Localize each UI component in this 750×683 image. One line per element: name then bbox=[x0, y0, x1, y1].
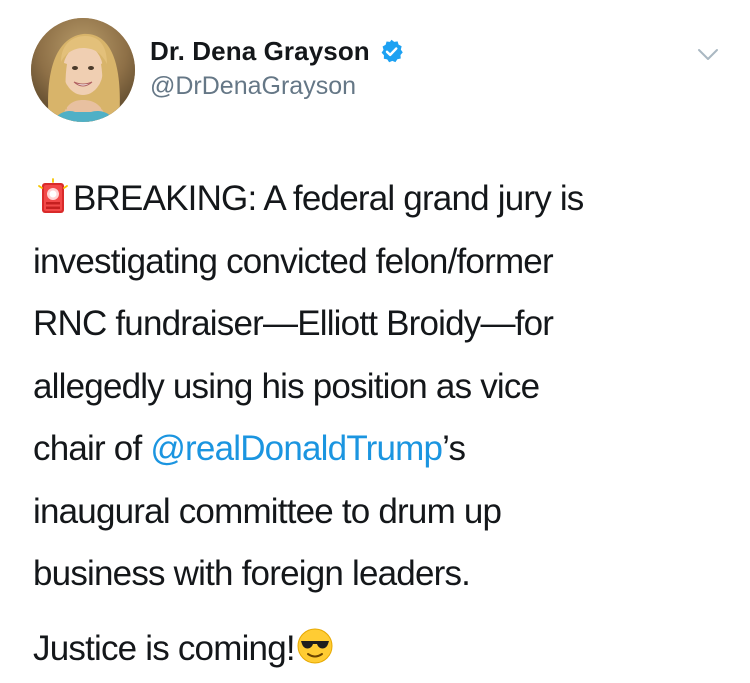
author-handle[interactable]: @DrDenaGrayson bbox=[150, 72, 356, 101]
tweet-line-1-text: BREAKING: A federal grand jury is bbox=[73, 179, 584, 218]
sunglasses-face-emoji bbox=[295, 624, 335, 664]
tweet-line-7: business with foreign leaders. bbox=[33, 554, 471, 593]
tweet-closing: Justice is coming! bbox=[33, 618, 335, 681]
tweet-line-5-pre: chair of bbox=[33, 429, 151, 468]
tweet-line-5-post: ’s bbox=[442, 429, 466, 468]
author-name-row: Dr. Dena Grayson bbox=[150, 33, 405, 69]
tweet-line-3: RNC fundraiser—Elliott Broidy—for bbox=[33, 304, 554, 343]
verified-badge-icon bbox=[378, 38, 405, 65]
tweet-line-6: inaugural committee to drum up bbox=[33, 491, 502, 531]
mention-link[interactable]: @realDonaldTrump bbox=[150, 429, 443, 468]
display-name[interactable]: Dr. Dena Grayson bbox=[150, 36, 370, 67]
tweet-line-1: BREAKING: A federal grand jury is bbox=[33, 168, 723, 231]
tweet-line-4: allegedly using his position as vice bbox=[33, 366, 540, 406]
tweet-line-5: chair of @realDonaldTrump’s bbox=[33, 418, 723, 481]
chevron-down-icon[interactable] bbox=[697, 48, 719, 62]
tweet-text: BREAKING: A federal grand jury is invest… bbox=[33, 168, 723, 606]
avatar[interactable] bbox=[31, 18, 135, 122]
tweet-line-2: investigating convicted felon/former bbox=[33, 241, 554, 281]
tweet-card: Dr. Dena Grayson @DrDenaGrayson BREAKING… bbox=[0, 0, 750, 683]
profile-photo bbox=[31, 18, 135, 122]
police-light-emoji bbox=[33, 174, 73, 214]
closing-text: Justice is coming! bbox=[33, 629, 296, 668]
